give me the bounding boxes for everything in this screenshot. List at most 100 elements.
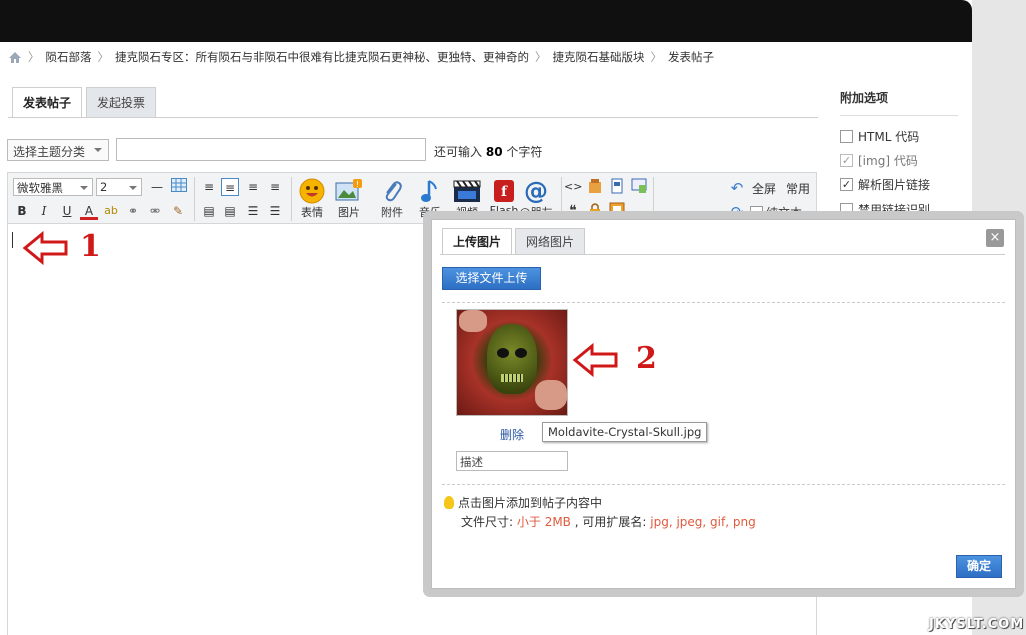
ordered-list-icon[interactable]: ☰	[244, 202, 262, 220]
dashed-divider	[442, 302, 1005, 303]
window-icon[interactable]	[630, 178, 648, 196]
code-icon[interactable]: <>	[564, 178, 582, 196]
chevron-right-icon: 〉	[535, 50, 547, 64]
tab-web-image[interactable]: 网络图片	[515, 228, 586, 254]
site-watermark: JKYSLT.COM	[929, 617, 1025, 632]
arrow-left-icon	[572, 342, 618, 378]
breadcrumb-item[interactable]: 捷克陨石专区：所有陨石与非陨石中很难有比捷克陨石更神秘、更独特、更神奇的	[115, 49, 529, 65]
crystal-skull-shape	[487, 324, 537, 394]
image-icon: !	[335, 178, 363, 204]
toolbar-divider	[194, 177, 195, 221]
extra-options-title: 附加选项	[840, 91, 889, 105]
file-constraints: 文件尺寸: 小于 2MB , 可用扩展名: jpg, jpeg, gif, pn…	[461, 513, 756, 530]
music-note-icon	[416, 178, 444, 204]
dialog-tab-divider	[440, 254, 1005, 255]
free-tag-icon[interactable]	[586, 178, 604, 196]
breadcrumb: 〉 陨石部落 〉 捷克陨石专区：所有陨石与非陨石中很难有比捷克陨石更神秘、更独特…	[8, 50, 714, 64]
option-label: 解析图片链接	[858, 178, 931, 192]
bold-icon[interactable]: B	[13, 202, 31, 220]
tab-new-poll[interactable]: 发起投票	[86, 87, 157, 117]
counter-suffix: 个字符	[506, 145, 543, 159]
undo-icon[interactable]: ↶	[728, 179, 746, 197]
finger-shape	[535, 380, 567, 410]
horizontal-rule-icon[interactable]: —	[148, 178, 166, 196]
chevron-right-icon: 〉	[650, 50, 663, 64]
select-file-upload-button[interactable]: 选择文件上传	[442, 267, 541, 290]
uploaded-image-thumbnail[interactable]	[456, 309, 568, 416]
image-button[interactable]: ! 图片	[331, 178, 367, 220]
close-icon[interactable]: ×	[986, 229, 1004, 247]
attachment-label: 附件	[381, 206, 403, 219]
annotation-number-1: 1	[80, 229, 101, 264]
tab-new-post[interactable]: 发表帖子	[12, 87, 83, 118]
float-right-icon[interactable]: ▤	[221, 202, 239, 220]
tab-upload-image[interactable]: 上传图片	[442, 228, 513, 255]
option-label: HTML 代码	[858, 130, 920, 144]
attachment-button[interactable]: 附件	[374, 178, 410, 220]
unordered-list-icon[interactable]: ☰	[266, 202, 284, 220]
align-center-icon[interactable]: ≡	[244, 178, 262, 196]
allowed-extensions: jpg, jpeg, gif, png	[650, 515, 756, 529]
home-icon[interactable]	[8, 51, 22, 64]
page-icon[interactable]	[608, 178, 626, 196]
parse-links-checkbox[interactable]: ✓	[840, 178, 853, 191]
post-type-tabs: 发表帖子 发起投票	[12, 87, 157, 118]
option-parse-image-links[interactable]: ✓ 解析图片链接	[840, 176, 930, 193]
breadcrumb-item[interactable]: 捷克陨石基础版块	[553, 49, 645, 65]
subject-input[interactable]	[116, 138, 426, 161]
char-counter: 还可输入 80 个字符	[434, 143, 542, 160]
unlink-icon[interactable]: ⚮	[146, 202, 164, 220]
counter-value: 80	[485, 145, 503, 159]
emoji-label: 表情	[301, 206, 323, 219]
flash-icon: f	[490, 178, 518, 204]
image-label: 图片	[338, 206, 360, 219]
ext-label: , 可用扩展名:	[574, 515, 647, 529]
breadcrumb-current: 发表帖子	[668, 50, 714, 64]
filename-tooltip: Moldavite-Crystal-Skull.jpg	[542, 422, 708, 442]
font-color-icon[interactable]: A	[80, 202, 98, 220]
chevron-right-icon: 〉	[28, 50, 40, 64]
smiley-icon	[298, 178, 326, 204]
fullscreen-button[interactable]: 全屏	[752, 180, 776, 197]
delete-image-link[interactable]: 删除	[500, 426, 524, 443]
link-icon[interactable]: ⚭	[124, 202, 142, 220]
side-divider	[840, 115, 958, 116]
text-caret	[12, 232, 13, 248]
at-sign-icon: @	[524, 177, 548, 205]
emoji-button[interactable]: 表情	[294, 178, 330, 220]
chevron-right-icon: 〉	[97, 50, 110, 64]
html-code-checkbox[interactable]	[840, 130, 853, 143]
hint-text: 点击图片添加到帖子内容中	[458, 496, 603, 510]
background-color-icon[interactable]: ab	[102, 202, 120, 220]
align-right-icon[interactable]: ≡	[200, 178, 218, 196]
top-header-bar	[0, 0, 972, 42]
size-limit: 小于 2MB	[516, 515, 571, 529]
option-img-code[interactable]: ✓ [img] 代码	[840, 152, 918, 169]
topic-category-select[interactable]: 选择主题分类	[7, 139, 109, 161]
align-left-icon[interactable]: ≡	[221, 178, 239, 196]
arrow-left-icon	[22, 230, 68, 266]
font-family-select[interactable]: 微软雅黑	[13, 178, 93, 196]
image-description-input[interactable]: 描述	[456, 451, 568, 471]
float-left-icon[interactable]: ▤	[200, 202, 218, 220]
clear-format-icon[interactable]: ✎	[169, 202, 187, 220]
clapperboard-icon	[453, 178, 481, 204]
breadcrumb-item[interactable]: 陨石部落	[46, 49, 92, 65]
font-size-select[interactable]: 2	[96, 178, 142, 196]
table-icon[interactable]	[170, 178, 188, 196]
svg-text:!: !	[356, 180, 359, 189]
finger-shape	[459, 310, 487, 332]
italic-icon[interactable]: I	[35, 202, 53, 220]
dashed-divider	[442, 484, 1005, 485]
confirm-button[interactable]: 确定	[956, 555, 1002, 578]
underline-icon[interactable]: U	[58, 202, 76, 220]
size-label: 文件尺寸:	[461, 515, 514, 529]
skull-eye	[497, 348, 509, 358]
common-button[interactable]: 常用	[786, 180, 810, 197]
img-code-checkbox[interactable]: ✓	[840, 154, 853, 167]
align-justify-icon[interactable]: ≡	[266, 178, 284, 196]
skull-teeth	[501, 374, 523, 382]
toolbar-divider	[291, 177, 292, 221]
lightbulb-icon	[444, 496, 454, 509]
option-html-code[interactable]: HTML 代码	[840, 128, 919, 145]
